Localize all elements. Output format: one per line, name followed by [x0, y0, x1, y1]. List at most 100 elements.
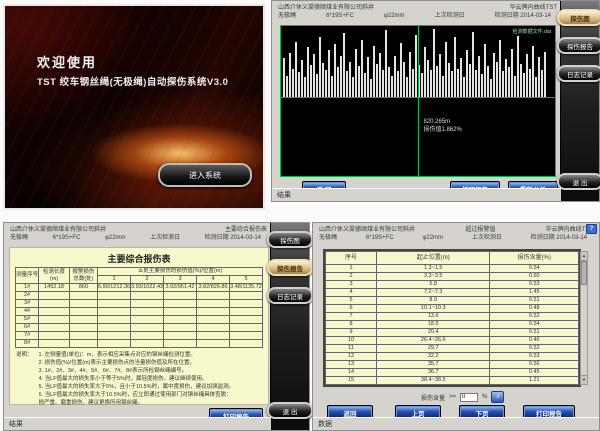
enter-system-button[interactable]: 进入系统: [158, 163, 252, 187]
table-cell: 3.92/961.42: [164, 284, 197, 292]
waveform-bar: [460, 58, 462, 97]
waveform-bar: [436, 66, 438, 97]
app-title: TST 绞车钢丝绳(无极绳)自动探伤系统V3.0: [37, 74, 228, 88]
waveform-bar: [400, 43, 402, 97]
sidebar-item-flaw-report[interactable]: 探伤报告: [267, 259, 313, 276]
scrollbar[interactable]: ▲ ▼: [580, 251, 588, 385]
waveform-bar: [454, 37, 456, 97]
table-cell: 3.82/826.86: [197, 284, 230, 292]
waveform-bar: [319, 37, 321, 97]
cursor-value: 损伤值1.862%: [423, 126, 461, 134]
table-row: 2#: [16, 292, 263, 300]
waveform-bar: [337, 67, 339, 97]
cursor-readout: 820.265m 损伤值1.862%: [423, 118, 461, 134]
table-cell: 1#: [16, 284, 39, 292]
table-cell: [230, 324, 263, 332]
waveform-bar: [361, 40, 363, 97]
table-row: 1436.70.45: [326, 369, 579, 377]
brand-label: 华云牌内曲线TST: [510, 4, 557, 12]
waveform-bar: [523, 73, 525, 97]
sub-col-header: 3: [164, 276, 197, 284]
summary-table: 测量序号 检测长度 (m) 报警损伤 总数(处) 五处主要损伤的损伤值(%)/位…: [15, 267, 263, 348]
table-row: 5#: [16, 316, 263, 324]
sidebar-item-log[interactable]: 日志记录: [267, 287, 313, 304]
table-cell: [131, 324, 164, 332]
table-cell: 5.8: [376, 281, 490, 289]
sidebar-item-flaw-report[interactable]: 探伤报告: [557, 37, 600, 54]
note-line: 5. 当LF值最大的损失率大于5%，且小于10.5%时，属中度损伤，建议加强监测…: [39, 383, 262, 391]
table-cell: [197, 292, 230, 300]
exit-button[interactable]: 退 出: [267, 402, 313, 419]
over-alarm-label: 超过报警值: [465, 226, 495, 234]
waveform-bar: [406, 77, 408, 97]
table-cell: [230, 308, 263, 316]
waveform-bar: [532, 46, 534, 97]
waveform-bar: [508, 67, 510, 97]
table-cell: [69, 316, 97, 324]
table-cell: [197, 340, 230, 348]
col-header: 起止位置(m): [376, 252, 490, 265]
table-row: 610.1~10.30.48: [326, 305, 579, 313]
col-header: 报警损伤 总数(处): [69, 268, 97, 284]
waveform-bar: [391, 76, 393, 97]
table-cell: 0.48: [490, 305, 579, 313]
help-icon[interactable]: ?: [586, 224, 597, 234]
sidebar-item-flaw-chart[interactable]: 探伤图: [267, 231, 313, 248]
table-cell: [131, 316, 164, 324]
detail-header: 山西介休义棠德顺煤业有限公司斜井 超过报警值 华云牌内曲线TST 无极绳 6*1…: [319, 226, 593, 242]
table-cell: 0.51: [490, 297, 579, 305]
note-line: 3. 1#、2#、3#、4#、5#、6#、7#、8#表示所检钢丝绳编号。: [39, 367, 262, 375]
waveform-bar: [439, 54, 441, 97]
table-cell: [164, 300, 197, 308]
waveform-bar: [331, 76, 333, 97]
exit-button[interactable]: 退 出: [557, 173, 600, 190]
table-cell: 3.93/1022.43: [131, 284, 164, 292]
prev-inspection-label: 上次检测日: [435, 12, 465, 20]
table-cell: [230, 300, 263, 308]
table-cell: [164, 340, 197, 348]
table-cell: 4#: [16, 308, 39, 316]
sidebar-item-flaw-chart[interactable]: 探伤图: [557, 9, 600, 26]
table-row: 1#1452.188606.90/1212.363.93/1022.433.92…: [16, 284, 263, 292]
scroll-up-icon[interactable]: ▲: [581, 252, 587, 261]
filter-value-input[interactable]: [460, 393, 478, 402]
table-cell: [164, 332, 197, 340]
waveform-bar: [451, 71, 453, 97]
table-cell: [39, 308, 70, 316]
waveform-bar: [514, 76, 516, 97]
scroll-thumb[interactable]: [581, 261, 587, 285]
table-cell: 8: [326, 321, 377, 329]
waveform-bar: [370, 79, 372, 97]
waveform-bar: [445, 42, 447, 97]
waveform-bar: [379, 53, 381, 97]
waveform-bar: [316, 74, 318, 97]
waveform-bar: [346, 71, 348, 97]
scroll-down-icon[interactable]: ▼: [581, 375, 587, 384]
table-cell: [197, 308, 230, 316]
report-name-label: 主要综合报伤表: [225, 226, 267, 234]
apply-filter-button[interactable]: √: [491, 391, 504, 403]
inspection-date: 检测日期 2014-03-14: [205, 234, 261, 242]
waveform-bar: [382, 70, 384, 97]
report-notes: 说明： 1. 左侧量值(单位)：m，表示相应采集点对应的钢丝绳检测位置。2. 损…: [10, 348, 268, 407]
waveform-bar: [424, 47, 426, 97]
waveform-bar: [475, 70, 477, 97]
table-cell: [230, 316, 263, 324]
waveform-bar: [430, 70, 432, 97]
sidebar-item-log[interactable]: 日志记录: [557, 65, 600, 82]
rope-label: 无极绳: [10, 234, 28, 242]
inspection-date: 检测日期 2014-03-14: [531, 234, 587, 242]
waveform-chart: 检测数据文件.dat 820.265m 损伤值1.862%: [280, 25, 556, 177]
table-cell: 8#: [16, 340, 39, 348]
table-cell: [39, 292, 70, 300]
waveform-bar: [535, 77, 537, 97]
col-header: 损伤含量(%): [490, 252, 579, 265]
cursor-line[interactable]: [418, 26, 419, 176]
table-cell: 860: [69, 284, 97, 292]
waveform-bar: [448, 63, 450, 97]
table-cell: [197, 316, 230, 324]
table-cell: [164, 324, 197, 332]
table-cell: 9: [326, 329, 377, 337]
table-cell: 3: [326, 281, 377, 289]
col-header: 检测长度 (m): [39, 268, 70, 284]
